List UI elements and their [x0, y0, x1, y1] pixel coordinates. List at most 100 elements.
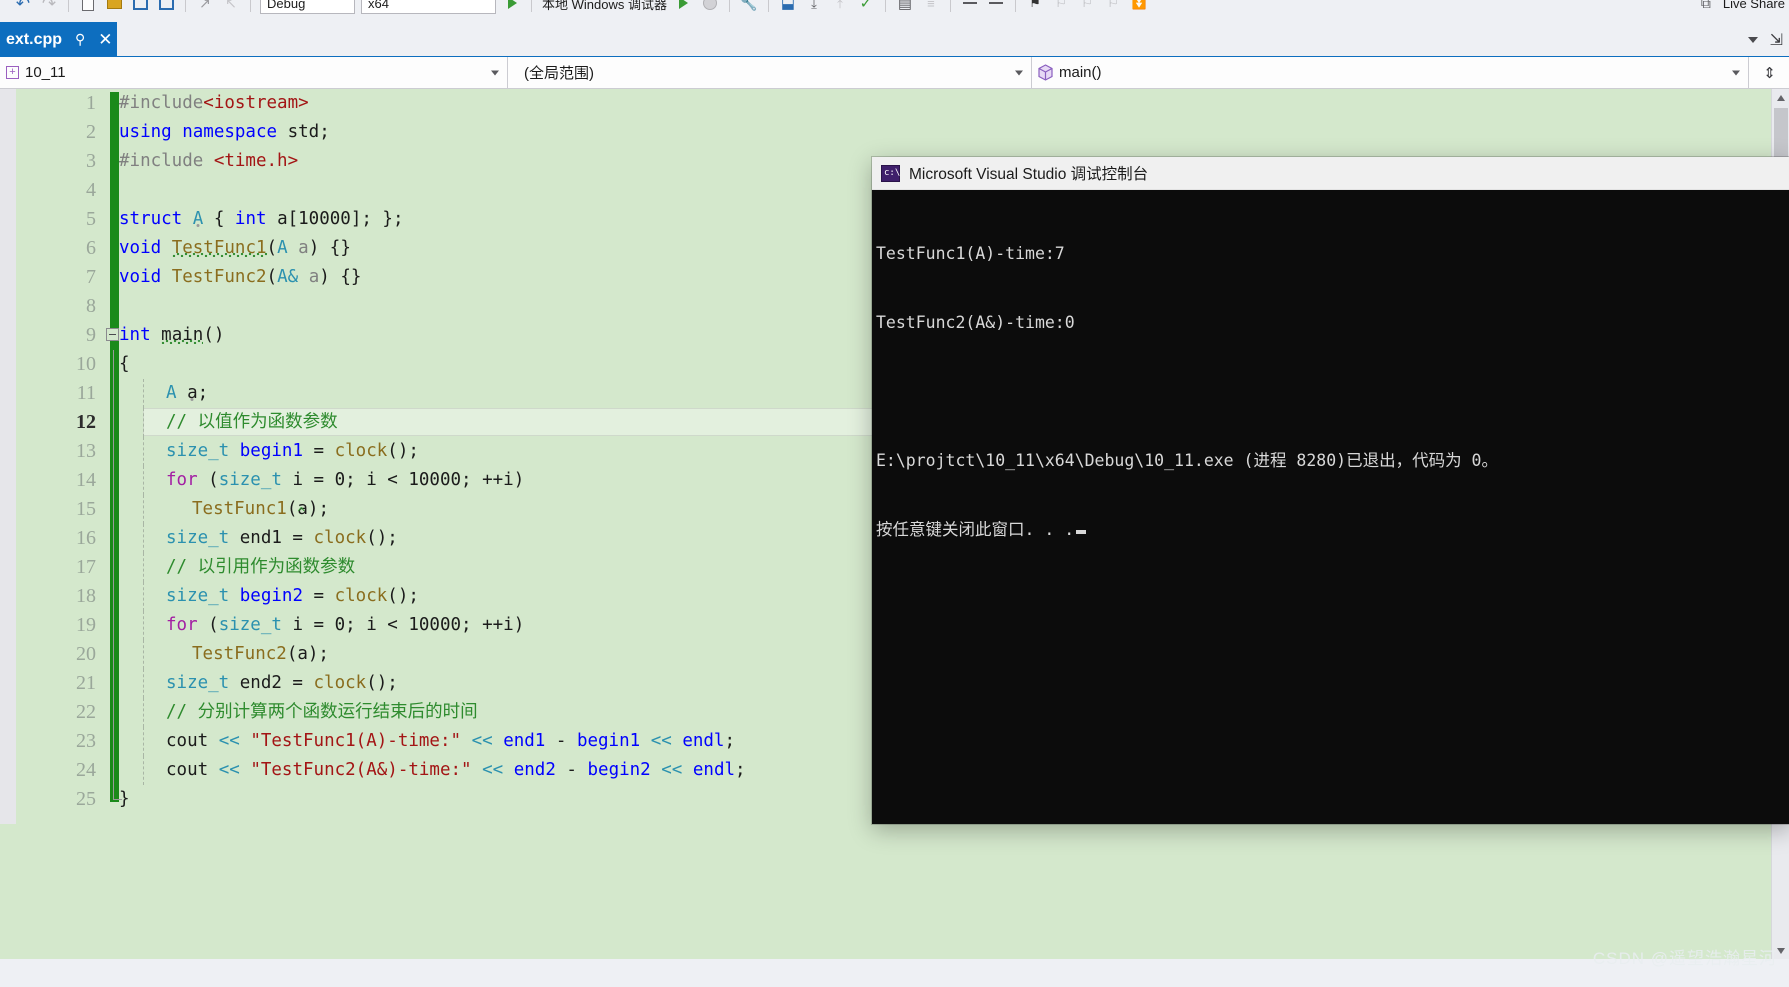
line-number: 6 — [86, 237, 96, 259]
code-line-14: for (size_t i = 0; i < 10000; ++i) — [166, 470, 525, 490]
tab-ext-cpp[interactable]: ext.cpp ⚲ ✕ — [0, 22, 117, 57]
line-number: 21 — [76, 672, 96, 694]
line-number: 13 — [76, 440, 96, 462]
code-line-18: size_t begin2 = clock(); — [166, 586, 419, 606]
pin-icon[interactable]: ⚲ — [75, 31, 85, 48]
line-number: 8 — [86, 295, 96, 317]
indent-guide — [143, 524, 144, 553]
bookmark-toggle-icon[interactable]: ⚑ — [1022, 0, 1048, 15]
chevron-down-icon[interactable] — [1747, 36, 1758, 43]
code-line[interactable]: using namespace std; — [119, 118, 1771, 147]
redo-icon[interactable]: ↷ — [36, 0, 62, 15]
step-over-icon[interactable]: ⤓ — [801, 0, 827, 15]
block-guide — [113, 408, 114, 437]
indent-guide — [143, 408, 144, 437]
step-into-icon[interactable]: ⬓ — [775, 0, 801, 15]
line-number: 5 — [86, 208, 96, 230]
run-icon[interactable] — [499, 0, 525, 15]
live-share-icon[interactable]: ⧉ — [1693, 0, 1719, 15]
forward-icon[interactable]: ↗ — [192, 0, 218, 15]
indent-guide — [143, 669, 144, 698]
toolbar-separator — [68, 0, 69, 12]
indent-guide — [143, 466, 144, 495]
console-cursor — [1076, 530, 1087, 534]
bookmark-more-icon[interactable]: ⏬ — [1126, 0, 1152, 15]
console-line-wrapper: 按任意键关闭此窗口. . . — [876, 518, 1789, 541]
chevron-down-icon[interactable] — [1015, 70, 1023, 75]
live-share-button[interactable]: Live Share — [1719, 0, 1789, 15]
line-number: 1 — [86, 92, 96, 114]
indent-icon[interactable] — [957, 0, 983, 15]
chevron-down-icon[interactable] — [1732, 70, 1740, 75]
project-name: 10_11 — [25, 64, 66, 81]
step-out-icon[interactable]: ⤒ — [827, 0, 853, 15]
block-guide — [113, 350, 114, 379]
toolbar-separator — [250, 0, 251, 12]
scope-selector[interactable]: (全局范围) — [508, 57, 1032, 88]
comment-block-icon[interactable]: ▤ — [892, 0, 918, 15]
toolbar-separator — [728, 0, 730, 12]
bookmark-clear-icon[interactable]: ⚐ — [1100, 0, 1126, 15]
page-icon[interactable] — [75, 0, 101, 15]
line-number: 7 — [86, 266, 96, 288]
watermark: CSDN @遥望浩瀚星河 — [1592, 949, 1777, 968]
start-debug-icon[interactable] — [671, 0, 697, 15]
line-number: 9 — [86, 324, 96, 346]
toolbar-separator — [185, 0, 186, 12]
indent-guide — [143, 756, 144, 785]
close-icon[interactable]: ✕ — [98, 30, 112, 50]
debugger-target-label[interactable]: 本地 Windows 调试器 — [538, 0, 671, 15]
block-guide — [113, 466, 114, 495]
project-selector[interactable]: + 10_11 — [0, 57, 508, 88]
line-number: 18 — [76, 585, 96, 607]
block-guide — [113, 611, 114, 640]
debug-console-window[interactable]: c:\ Microsoft Visual Studio 调试控制台 TestFu… — [872, 157, 1789, 824]
line-number: 17 — [76, 556, 96, 578]
indent-guide — [143, 698, 144, 727]
code-line-2: using namespace std; — [119, 122, 330, 142]
change-tracking-bar — [110, 92, 119, 802]
window-icon[interactable] — [127, 0, 153, 15]
indent-guide — [143, 611, 144, 640]
code-line-11: A a; — [166, 383, 209, 403]
line-number: 22 — [76, 701, 96, 723]
chevron-down-icon[interactable] — [491, 70, 499, 75]
member-selector[interactable]: main() — [1032, 57, 1749, 88]
folder-icon[interactable] — [101, 0, 127, 15]
uncomment-block-icon[interactable]: ≡ — [918, 0, 944, 15]
code-line-10: { — [119, 354, 130, 374]
scroll-up-button[interactable] — [1772, 89, 1789, 106]
build-platform-combo[interactable]: x64 — [361, 0, 496, 14]
split-view-button[interactable]: ⇕ — [1749, 57, 1789, 88]
undo-icon[interactable]: ↶ — [10, 0, 36, 15]
block-guide — [113, 582, 114, 611]
bookmark-next-icon[interactable]: ⚐ — [1074, 0, 1100, 15]
line-number: 16 — [76, 527, 96, 549]
check-icon[interactable]: ✓ — [853, 0, 879, 15]
window-split-icon[interactable] — [153, 0, 179, 15]
back-icon[interactable]: ↖ — [218, 0, 244, 15]
code-line-16: size_t end1 = clock(); — [166, 528, 398, 548]
split-editor-icon[interactable]: ⇲ — [1770, 30, 1783, 50]
debugger-target-text: 本地 Windows 调试器 — [542, 0, 667, 12]
bookmark-prev-icon[interactable]: ⚐ — [1048, 0, 1074, 15]
line-number: 24 — [76, 759, 96, 781]
stop-icon[interactable] — [697, 0, 723, 15]
collapse-region-button[interactable] — [106, 328, 119, 341]
build-configuration-combo[interactable]: Debug — [260, 0, 355, 14]
block-guide — [113, 698, 114, 727]
wrench-icon[interactable]: 🔧 — [736, 0, 762, 15]
build-configuration-value: Debug — [267, 0, 306, 11]
console-title-bar[interactable]: c:\ Microsoft Visual Studio 调试控制台 — [872, 157, 1789, 190]
block-guide — [113, 727, 114, 756]
line-number: 15 — [76, 498, 96, 520]
toolbar-separator — [949, 0, 951, 12]
code-line[interactable]: #include<iostream> — [119, 89, 1771, 118]
main-toolbar: ↶ ↷ ↗ ↖ Debug x64 本地 Windows 调试器 🔧 ⬓ ⤓ ⤒ — [0, 0, 1789, 22]
code-line-20: TestFunc2(a); — [192, 644, 329, 664]
line-number: 4 — [86, 179, 96, 201]
console-line: TestFunc1(A)-time:7 — [876, 244, 1065, 263]
indent-guide — [143, 379, 144, 408]
outdent-icon[interactable] — [983, 0, 1009, 15]
plus-box-icon: + — [6, 66, 19, 79]
